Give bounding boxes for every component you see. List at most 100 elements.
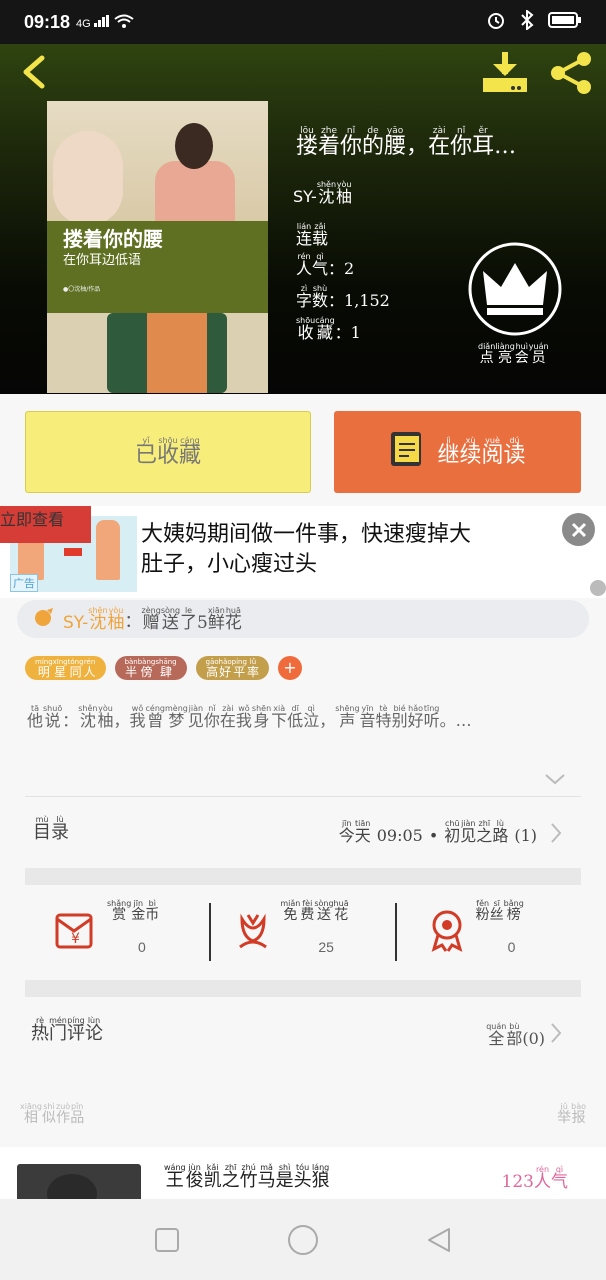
ruby-char: gāo 高 — [205, 658, 219, 679]
ruby-char: de 的 — [362, 126, 385, 159]
recommended-cover — [17, 1164, 141, 1199]
reward-fans[interactable]: fěn 粉 sī 丝 bǎng 榜 0 — [396, 885, 581, 980]
tag-item[interactable]: míng 明 xīng 星 tóng 同 rén 人 — [25, 656, 106, 680]
back-arrow-icon[interactable] — [16, 52, 52, 92]
ruby-char: cáng 藏 — [179, 436, 202, 468]
download-icon[interactable] — [481, 50, 529, 94]
ruby-char: xīng 星 — [52, 658, 68, 679]
ruby-char: zǎi 载 — [312, 222, 329, 248]
stat-value: 2 — [344, 259, 355, 278]
ruby-char: cáng 藏 — [315, 316, 335, 342]
ruby-char: yuè 阅 — [481, 436, 504, 468]
ruby-char: lōu 搂 — [296, 126, 319, 159]
ruby-char: shēn 身 — [251, 704, 272, 730]
ruby-char: xià 下 — [271, 704, 288, 730]
ruby-char: zì 字 — [296, 284, 313, 310]
cover-subtitle: 在你耳边低语 — [63, 253, 142, 268]
stat-favorites: shōu 收 cáng 藏：1 — [296, 316, 361, 342]
reward-value: 0 — [138, 939, 146, 955]
stat-value: 1,152 — [344, 291, 390, 310]
ad-info-icon[interactable] — [590, 580, 606, 596]
stat-wordcount: zì 字 shù 数：1,152 — [296, 284, 390, 310]
favorited-button[interactable]: yǐ 已 shōu 收 cáng 藏 — [25, 411, 311, 493]
hot-comments-row[interactable]: rè 热 mén 门 píng 评 lùn 论 quán 全 bù 部 (0) — [25, 996, 581, 1070]
ruby-char: shēng 声 — [335, 704, 360, 730]
reward-coins[interactable]: ¥ shǎng 赏 jīn 金 bì 币 0 — [25, 885, 210, 980]
ad-text: 大姨妈期间做一件事，快速瘦掉大肚子，小心瘦过头 — [141, 522, 472, 577]
ruby-char: shōu 收 — [296, 316, 316, 342]
ruby-char: hǎo 好 — [407, 704, 424, 730]
rewards-row: ¥ shǎng 赏 jīn 金 bì 币 0 miǎn 免 fèi 费 sòng 送 huā 花 25 … — [25, 885, 581, 980]
book-description[interactable]: tā 他 shuō 说： shěn 沈 yòu 柚， wǒ 我 céng 曾 mèng 梦 jiàn 见 nǐ 你… — [27, 704, 577, 736]
ruby-char: … — [494, 134, 517, 159]
ruby-char: rè 热 — [31, 1016, 49, 1044]
ruby-char: shěn 沈 — [78, 704, 98, 730]
home-icon[interactable] — [287, 1224, 319, 1256]
ruby-char: bào 报 — [571, 1102, 586, 1126]
tag-item[interactable]: gāo 高 hǎo 好 píng 平 lǜ 率 — [195, 656, 269, 680]
ruby-char: bié 别 — [391, 704, 408, 730]
ruby-char: bàng 傍 — [137, 658, 156, 679]
report-link[interactable]: jǔ 举 bào 报 — [557, 1102, 586, 1126]
ruby-char: huì 会 — [514, 342, 529, 366]
network-type: 4G — [76, 17, 91, 30]
add-tag-icon[interactable]: + — [277, 656, 302, 680]
bluetooth-icon — [520, 8, 534, 34]
cover-author: ●〇沈柚/作品 — [63, 286, 101, 293]
ruby-char: qì 泣 — [303, 704, 320, 730]
ruby-char: zhī 之 — [221, 1163, 240, 1191]
ruby-char: wáng 王 — [164, 1163, 186, 1191]
recommended-book[interactable]: wáng 王 jùn 俊 kǎi 凯 zhī 之 zhú 竹 mǎ 马 shì 是 tóu 头 láng 狼 12… — [0, 1147, 606, 1199]
ruby-char: zuò 作 — [56, 1102, 71, 1126]
all-comments-link[interactable]: quán 全 bù 部 (0) — [486, 1022, 545, 1048]
clock: 09:18 — [24, 11, 71, 32]
alarm-icon — [486, 10, 506, 34]
hot-comments-label: rè 热 mén 门 píng 评 lùn 论 — [31, 1016, 103, 1044]
book-cover[interactable]: 搂着你的腰 在你耳边低语 ●〇沈柚/作品 — [47, 101, 268, 393]
vip-label[interactable]: diǎn 点 liàng 亮 huì 会 yuán 员 — [478, 342, 549, 366]
ruby-char: wǒ 我 — [129, 704, 146, 730]
gift-notice: SY-shěn 沈 yòu 柚 ： zèng 赠 sòng 送 le 了 5 xiān 鲜 huā 花 — [17, 600, 589, 638]
similar-works-header: xiāng 相 shì 似 zuò 作 pǐn 品 jǔ 举 bào 报 — [0, 1086, 606, 1146]
table-of-contents-row[interactable]: mù 目 lù 录 jīn 今 tiān 天 09:05 • chū 初 jiàn 见 zhī 之 lù… — [25, 797, 581, 869]
ruby-char: nǐ 你 — [450, 126, 473, 159]
ruby-char: píng 平 — [231, 658, 247, 679]
share-icon[interactable] — [548, 50, 596, 96]
chevron-right-icon[interactable] — [549, 1022, 563, 1044]
back-icon[interactable] — [425, 1226, 453, 1254]
chevron-down-icon[interactable] — [544, 771, 566, 785]
ad-cta-button[interactable]: 立即查看 — [0, 506, 91, 543]
ruby-char: píng 评 — [67, 1016, 85, 1044]
ruby-char: sòng 送 — [160, 605, 181, 633]
ruby-char: jīn 今 — [338, 819, 355, 845]
continue-reading-button[interactable]: jì 继 xù 续 yuè 阅 dú 读 — [334, 411, 581, 493]
book-title: lōu 搂 zhe 着 nǐ 你 de 的 yāo 腰， zài 在 nǐ 你 ěr 耳… — [296, 127, 516, 159]
reward-flowers[interactable]: miǎn 免 fèi 费 sòng 送 huā 花 25 — [210, 885, 395, 980]
recommended-title: wáng 王 jùn 俊 kǎi 凯 zhī 之 zhú 竹 mǎ 马 shì 是 tóu 头 láng 狼 — [164, 1163, 330, 1191]
ruby-char: zhī 之 — [476, 819, 493, 845]
ruby-char: quán 全 — [486, 1022, 507, 1048]
ruby-char: tóng 同 — [67, 658, 84, 679]
ruby-char: rén 人 — [296, 252, 313, 278]
close-icon[interactable] — [562, 513, 595, 546]
ruby-char: shù 数 — [312, 284, 329, 310]
ruby-char: tā 他 — [27, 704, 44, 730]
crown-icon[interactable] — [467, 241, 563, 337]
ruby-char: lù 路 — [492, 819, 509, 845]
chevron-right-icon[interactable] — [549, 822, 563, 844]
ruby-char: tiān 天 — [354, 819, 371, 845]
ruby-char: bì 币 — [145, 899, 160, 923]
status-bar: 09:18 4G — [0, 0, 606, 44]
book-author[interactable]: SY-shěn 沈 yòu 柚 — [293, 180, 352, 206]
ruby-char: qì 气 — [312, 252, 329, 278]
ruby-char: bù 部 — [506, 1022, 523, 1048]
ruby-char: yòu 柚 — [97, 704, 114, 730]
recent-apps-icon[interactable] — [153, 1226, 181, 1254]
tag-item[interactable]: bàn 半 bàng 傍 shāng 肆 — [114, 656, 187, 680]
ruby-char: jīn 金 — [131, 899, 146, 923]
ruby-char: yāo 腰 — [384, 126, 407, 159]
continue-reading-label: jì 继 xù 续 yuè 阅 dú 读 — [437, 436, 525, 468]
author-name: shěn 沈 yòu 柚 — [317, 180, 352, 206]
reward-value: 0 — [507, 939, 516, 955]
system-nav-bar — [0, 1199, 606, 1280]
